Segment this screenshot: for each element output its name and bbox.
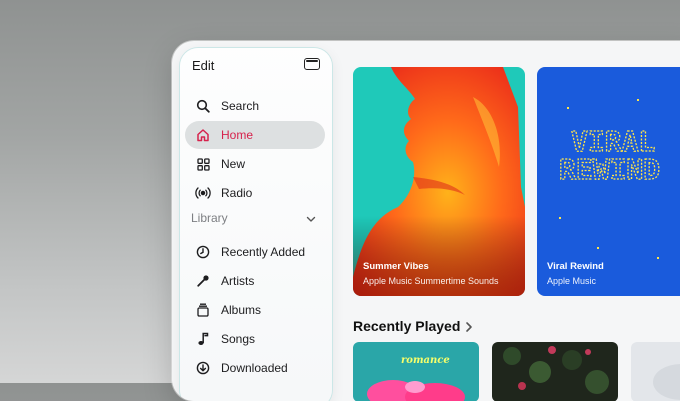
sidebar-item-home[interactable]: Home — [185, 121, 325, 149]
section-title: Recently Played — [353, 318, 461, 334]
sidebar-item-radio[interactable]: Radio — [185, 179, 325, 207]
clock-icon — [195, 244, 211, 260]
sidebar-item-songs[interactable]: Songs — [185, 325, 325, 353]
sidebar-item-artists[interactable]: Artists — [185, 267, 325, 295]
romance-art-text: romance — [401, 355, 450, 366]
viral-rewind-art-line2: REWIND — [559, 153, 660, 186]
sidebar-item-label: Artists — [221, 274, 255, 288]
home-icon — [195, 127, 211, 143]
sidebar-item-label: Songs — [221, 332, 256, 346]
sidebar-item-label: Albums — [221, 303, 262, 317]
sidebar: Edit Search Home New Radio Library Recen… — [180, 48, 332, 401]
card-title: Summer Vibes — [363, 261, 429, 272]
download-icon — [195, 360, 211, 376]
light-artwork — [631, 342, 680, 401]
sidebar-item-albums[interactable]: Albums — [185, 296, 325, 324]
library-section-header[interactable]: Library — [191, 210, 319, 226]
sidebar-item-label: Radio — [221, 186, 253, 200]
chevron-right-icon — [465, 320, 473, 332]
sidebar-header: Edit — [192, 56, 320, 74]
sidebar-item-downloaded[interactable]: Downloaded — [185, 354, 325, 382]
radio-icon — [195, 185, 211, 201]
sidebar-item-label: New — [221, 157, 246, 171]
microphone-icon — [195, 273, 211, 289]
main-content: Summer Vibes Apple Music Summertime Soun… — [344, 41, 680, 401]
search-icon — [195, 98, 211, 114]
recently-played-header[interactable]: Recently Played — [353, 318, 473, 334]
featured-card-summer-vibes[interactable]: Summer Vibes Apple Music Summertime Soun… — [353, 67, 525, 296]
edit-button[interactable]: Edit — [192, 58, 214, 73]
music-window: Edit Search Home New Radio Library Recen… — [172, 41, 680, 401]
recently-played-tile-2[interactable] — [492, 342, 618, 401]
library-label: Library — [191, 211, 228, 225]
sidebar-item-new[interactable]: New — [185, 150, 325, 178]
dark-foliage-artwork — [492, 342, 618, 401]
chevron-down-icon[interactable] — [305, 212, 317, 224]
recently-played-tile-romance[interactable]: romance — [353, 342, 479, 401]
sidebar-toggle-icon[interactable] — [304, 58, 320, 70]
album-icon — [195, 302, 211, 318]
grid-icon — [195, 156, 211, 172]
featured-card-viral-rewind[interactable]: VIRAL REWIND Viral Rewind Apple Music — [537, 67, 680, 296]
recently-played-tile-3[interactable] — [631, 342, 680, 401]
sidebar-item-label: Downloaded — [221, 361, 288, 375]
sidebar-item-label: Search — [221, 99, 260, 113]
sidebar-item-search[interactable]: Search — [185, 92, 325, 120]
romance-artwork: romance — [353, 342, 479, 401]
card-subtitle: Apple Music — [547, 276, 597, 286]
sidebar-item-label: Home — [221, 128, 254, 142]
music-note-icon — [195, 331, 211, 347]
sidebar-item-label: Recently Added — [221, 245, 306, 259]
card-title: Viral Rewind — [547, 261, 604, 272]
sidebar-item-recently-added[interactable]: Recently Added — [185, 238, 325, 266]
card-subtitle: Apple Music Summertime Sounds — [363, 276, 499, 286]
